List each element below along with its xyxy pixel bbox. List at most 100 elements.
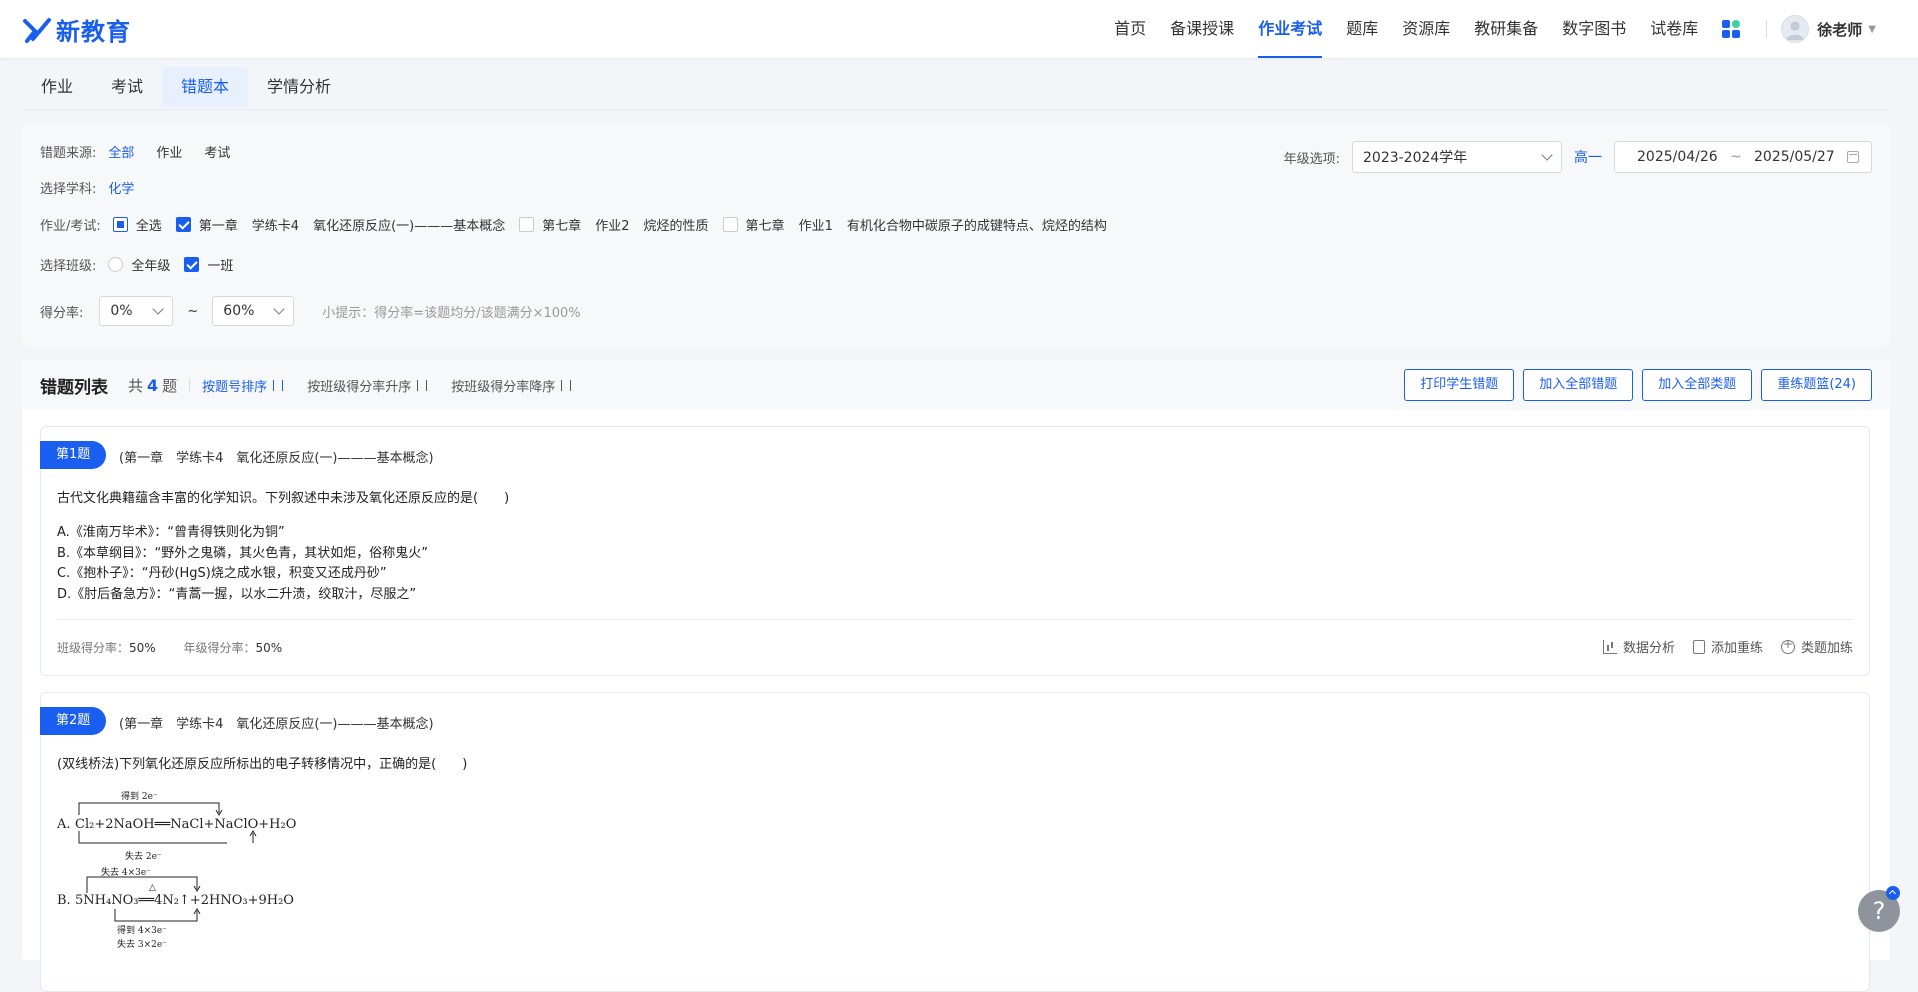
tab-exam[interactable]: 考试 [92, 67, 162, 107]
chevron-down-icon [1541, 149, 1553, 161]
score-min-select[interactable]: 0% [99, 296, 174, 326]
nav-paper-bank[interactable]: 试卷库 [1650, 0, 1698, 58]
class-rate-value: 50% [129, 641, 156, 655]
grade-label: 年级选项: [1283, 151, 1340, 167]
user-name[interactable]: 徐老师 [1817, 19, 1862, 40]
chevron-down-icon [273, 303, 285, 315]
school-year-select[interactable]: 2023-2024学年 [1352, 141, 1562, 173]
work-name-3: 作业1 [798, 219, 833, 234]
source-label: 错题来源: [40, 146, 97, 161]
brand-logo[interactable]: 新教育 [22, 12, 131, 47]
option-b-loss-2: 失去 3×2e⁻ [117, 940, 167, 950]
date-start[interactable]: 2025/04/26 [1637, 149, 1718, 165]
class1-checkbox[interactable] [184, 257, 200, 272]
add-all-similar-button[interactable]: 加入全部类题 [1642, 369, 1753, 401]
similar-practice-button[interactable]: 类题加练 [1780, 637, 1853, 656]
grade-rate-label: 年级得分率： [183, 641, 256, 655]
question-stem: (双线桥法)下列氧化还原反应所标出的电子转移情况中，正确的是( ) [57, 757, 468, 772]
question-source: (第一章 学练卡4 氧化还原反应(一)———基本概念) [119, 451, 434, 466]
mistake-list-panel: 错题列表 共4题 按题号排序 按班级得分率升序 按班级得分率降序 打印学生错题 … [22, 360, 1890, 992]
brand-name: 新教育 [56, 18, 131, 46]
add-practice-label: 添加重练 [1710, 641, 1763, 656]
sort-desc-label: 按班级得分率降序 [451, 379, 556, 395]
sub-tabs: 作业 考试 错题本 学情分析 [22, 58, 1890, 110]
score-min-value: 0% [110, 303, 133, 319]
date-sep: ~ [1729, 149, 1742, 165]
list-title: 错题列表 [40, 377, 108, 398]
count-suffix: 题 [162, 376, 178, 395]
grade-level[interactable]: 高一 [1574, 147, 1602, 167]
class-all-radio[interactable] [108, 257, 124, 272]
document-icon [1692, 639, 1705, 654]
add-practice-button[interactable]: 添加重练 [1692, 637, 1763, 656]
nav-digital-books[interactable]: 数字图书 [1562, 0, 1626, 58]
plus-circle-icon [1780, 637, 1795, 654]
sort-by-rate-asc[interactable]: 按班级得分率升序 [307, 376, 428, 395]
tab-homework[interactable]: 作业 [22, 67, 92, 107]
school-year-value: 2023-2024学年 [1363, 150, 1468, 166]
grade-rate-value: 50% [255, 641, 283, 655]
nav-lesson-prep[interactable]: 备课授课 [1170, 0, 1234, 58]
sort-icon [273, 379, 284, 391]
option-a-label: A. [57, 817, 71, 832]
nav-home[interactable]: 首页 [1114, 0, 1146, 58]
question-badge: 第2题 [40, 707, 107, 735]
question-options: A.《淮南万毕术》：“曾青得铁则化为铜” B.《本草纲目》：“野外之鬼磷，其火色… [57, 523, 428, 605]
nav-question-bank[interactable]: 题库 [1346, 0, 1378, 58]
work-chapter-1: 第一章 [198, 219, 238, 234]
work-checkbox-2[interactable] [519, 217, 535, 232]
sort-divider [189, 378, 191, 392]
work-checkbox-1[interactable] [175, 217, 191, 232]
avatar[interactable] [1781, 15, 1810, 43]
source-option-exam[interactable]: 考试 [204, 142, 230, 161]
subject-option-chemistry[interactable]: 化学 [108, 178, 134, 197]
calendar-icon[interactable] [1846, 151, 1859, 163]
nav-resources[interactable]: 资源库 [1402, 0, 1450, 58]
count-prefix: 共 [128, 376, 144, 395]
tab-mistakes[interactable]: 错题本 [162, 67, 249, 107]
select-all-label: 全选 [135, 219, 162, 234]
source-option-homework[interactable]: 作业 [156, 142, 182, 161]
score-label: 得分率: [40, 305, 84, 321]
select-all-checkbox[interactable] [112, 217, 128, 232]
list-actions: 打印学生错题 加入全部错题 加入全部类题 重练题篮(24) [1395, 369, 1872, 401]
tab-analysis[interactable]: 学情分析 [248, 67, 350, 107]
nav-research[interactable]: 教研集备 [1474, 0, 1538, 58]
sort-by-rate-desc[interactable]: 按班级得分率降序 [451, 376, 572, 395]
sort-asc-label: 按班级得分率升序 [307, 379, 412, 395]
question-stem: 古代文化典籍蕴含丰富的化学知识。下列叙述中未涉及氧化还原反应的是( ) [57, 491, 510, 506]
grade-filters: 年级选项: 2023-2024学年 高一 2025/04/26 ~ 2025/0… [1284, 141, 1872, 173]
score-hint: 小提示：得分率=该题均分/该题满分×100% [322, 305, 581, 321]
data-analysis-label: 数据分析 [1622, 641, 1675, 656]
main-nav: 首页 备课授课 作业考试 题库 资源库 教研集备 数字图书 试卷库 徐老师 ▼ [1102, 0, 1876, 58]
question-stats: 班级得分率：50% 年级得分率：50% [57, 639, 306, 656]
sort-by-number-label: 按题号排序 [202, 379, 268, 395]
date-range-picker[interactable]: 2025/04/26 ~ 2025/05/27 [1614, 141, 1872, 173]
work-title-3: 有机化合物中碳原子的成键特点、烷烃的结构 [846, 219, 1107, 234]
score-range-sep: ~ [187, 303, 199, 319]
option-d: D.《肘后备急方》：“青蒿一握，以水二升渍，绞取汁，尽服之” [57, 586, 417, 602]
nav-divider [1766, 20, 1768, 38]
scroll-top-icon[interactable] [1886, 886, 1900, 900]
question-card-1: 第1题 (第一章 学练卡4 氧化还原反应(一)———基本概念) 古代文化典籍蕴含… [40, 426, 1870, 676]
list-count: 共4题 [128, 375, 177, 396]
score-max-select[interactable]: 60% [212, 296, 295, 326]
work-name-1: 学练卡4 [251, 219, 300, 234]
apps-grid-icon[interactable] [1722, 20, 1741, 38]
option-b-formula: 5NH₄NO₃══4N₂↑+2HNO₃+9H₂O [75, 893, 294, 908]
work-checkbox-3[interactable] [722, 217, 738, 232]
class1-label: 一班 [207, 259, 234, 274]
work-chapter-2: 第七章 [542, 219, 582, 234]
add-all-mistakes-button[interactable]: 加入全部错题 [1523, 369, 1634, 401]
source-option-all[interactable]: 全部 [108, 142, 134, 161]
chevron-down-icon[interactable]: ▼ [1868, 24, 1876, 35]
nav-homework-exam[interactable]: 作业考试 [1258, 0, 1323, 58]
work-chapter-3: 第七章 [745, 219, 785, 234]
print-mistakes-button[interactable]: 打印学生错题 [1404, 369, 1515, 401]
practice-basket-button[interactable]: 重练题篮(24) [1761, 369, 1872, 401]
work-title-1: 氧化还原反应(一)———基本概念 [313, 219, 506, 234]
data-analysis-button[interactable]: 数据分析 [1602, 637, 1675, 656]
date-end[interactable]: 2025/05/27 [1754, 149, 1835, 165]
sort-by-number[interactable]: 按题号排序 [202, 376, 284, 395]
option-a: A.《淮南万毕术》：“曾青得铁则化为铜” [57, 525, 285, 540]
